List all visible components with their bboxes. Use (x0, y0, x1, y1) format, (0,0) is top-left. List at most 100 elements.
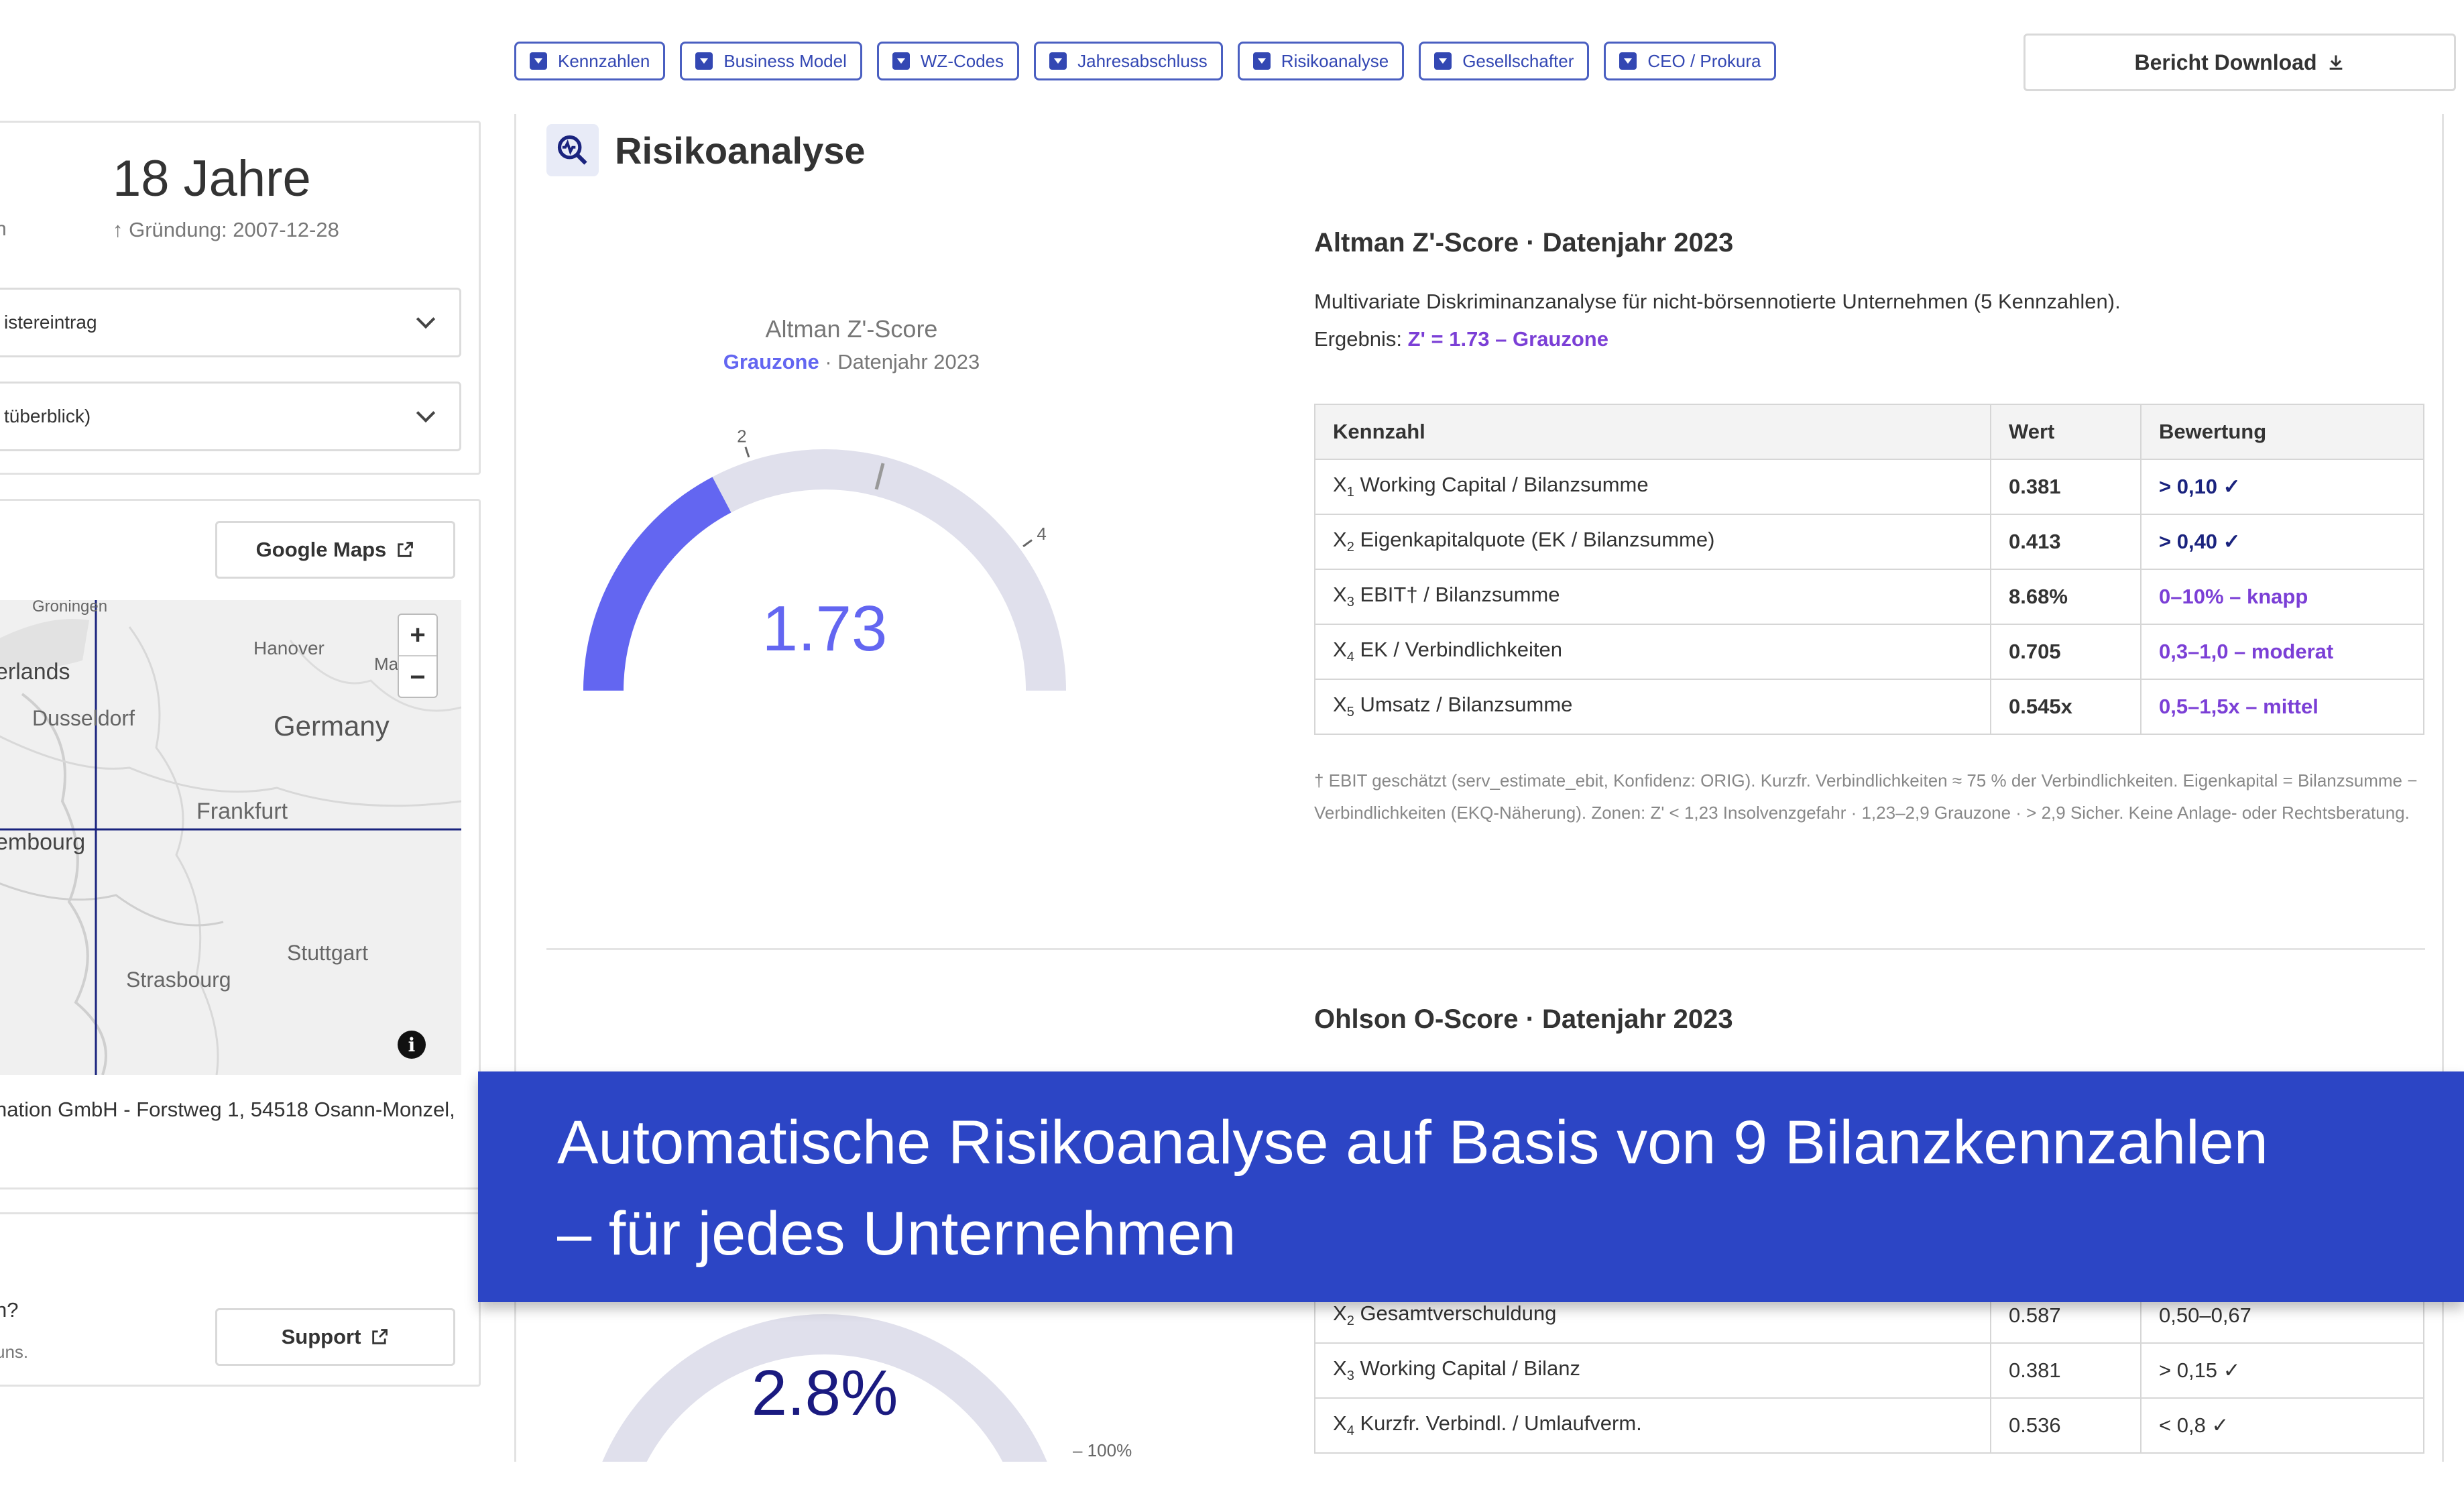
zoom-in-button[interactable]: + (399, 615, 436, 656)
map-label: Germany (274, 710, 390, 742)
nav-button-label: Jahresabschluss (1077, 50, 1208, 71)
metric-index: 5 (1346, 705, 1354, 720)
altman-footnote: † EBIT geschätzt (serv_estimate_ebit, Ko… (1314, 770, 2418, 823)
metric-rating: 0–10% – knapp (2140, 569, 2424, 625)
chevron-down-icon (416, 403, 436, 423)
report-download-button[interactable]: Bericht Download (2023, 34, 2456, 91)
nav-button-label: Business Model (723, 50, 847, 71)
map-label: embourg (0, 829, 86, 855)
metric-rating: > 0,15 ✓ (2140, 1342, 2424, 1399)
download-label: Bericht Download (2134, 50, 2317, 74)
altman-table: Kennzahl Wert Bewertung X1 Working Capit… (1314, 404, 2424, 735)
metric-index: 1 (1346, 485, 1354, 500)
metric-name: Working Capital / Bilanzsumme (1360, 473, 1649, 497)
metric-rating: 0,5–1,5x – mittel (2140, 679, 2424, 735)
metric-index: 2 (1346, 540, 1354, 555)
metric-name-cell: X3 EBIT† / Bilanzsumme (1314, 569, 1991, 625)
metric-symbol: X (1333, 693, 1347, 717)
nav-button-jahresabschluss[interactable]: Jahresabschluss (1034, 42, 1223, 80)
metric-value: 8.68% (1990, 569, 2142, 625)
banner-line-2: – für jedes Unternehmen (557, 1200, 1236, 1268)
nav-button-business-model[interactable]: Business Model (680, 42, 862, 80)
google-maps-label: Google Maps (255, 538, 387, 561)
map-label: Dusseldorf (32, 706, 135, 730)
metric-name-cell: X5 Umsatz / Bilanzsumme (1314, 679, 1991, 735)
table-row: X4 Kurzfr. Verbindl. / Umlaufverm. 0.536 <… (1314, 1397, 2424, 1454)
register-accordion[interactable]: istereintrag (0, 288, 461, 357)
caret-down-icon (892, 52, 910, 70)
metric-name: Eigenkapitalquote (EK / Bilanzsumme) (1360, 528, 1715, 552)
metric-name-cell: X1 Working Capital / Bilanzsumme (1314, 459, 1991, 515)
google-maps-button[interactable]: Google Maps (215, 521, 455, 579)
table-header: Wert (1990, 404, 2142, 460)
metric-name: Working Capital / Bilanz (1360, 1356, 1580, 1381)
risk-search-icon (546, 124, 599, 176)
metric-name: EK / Verbindlichkeiten (1360, 638, 1563, 662)
map-label: Ma (374, 654, 399, 674)
map-label: Groningen (32, 600, 108, 616)
caret-down-icon (1434, 52, 1452, 70)
nav-button-risikoanalyse[interactable]: Risikoanalyse (1237, 42, 1405, 80)
metric-name: EBIT† / Bilanzsumme (1360, 583, 1560, 607)
metric-index: 4 (1346, 650, 1354, 665)
metric-name: Kurzfr. Verbindl. / Umlaufverm. (1360, 1411, 1642, 1436)
metric-symbol: X (1333, 1356, 1347, 1381)
support-card: n? uns. Support (0, 1212, 481, 1387)
metric-name-cell: X4 EK / Verbindlichkeiten (1314, 624, 1991, 680)
table-header: Bewertung (2140, 404, 2424, 460)
metric-rating: 0,3–1,0 – moderat (2140, 624, 2424, 680)
gauge-canvas: 2.8%0% –– 100% (602, 1314, 1132, 1462)
support-button[interactable]: Support (215, 1308, 455, 1366)
section-title: Risikoanalyse (615, 129, 866, 172)
gauge-canvas: 0241.73 (583, 426, 1066, 691)
metric-index: 2 (1346, 1314, 1354, 1329)
nav-button-wz-codes[interactable]: WZ-Codes (876, 42, 1020, 80)
metric-rating: > 0,10 ✓ (2140, 459, 2424, 515)
register-accordion-label: istereintrag (4, 312, 97, 333)
metric-name-cell: X2 Eigenkapitalquote (EK / Bilanzsumme) (1314, 514, 1991, 570)
info-icon[interactable]: i (398, 1031, 426, 1059)
metric-name: Umsatz / Bilanzsumme (1360, 693, 1573, 717)
metric-value: 0.413 (1990, 514, 2142, 570)
nav-button-label: Gesellschafter (1462, 50, 1574, 71)
gauge-tick-label: 2 (737, 426, 746, 447)
support-question: n? (0, 1298, 19, 1322)
table-row: X4 EK / Verbindlichkeiten 0.705 0,3–1,0 – … (1314, 624, 2424, 680)
metric-name-cell: X4 Kurzfr. Verbindl. / Umlaufverm. (1314, 1397, 1991, 1454)
gauge-tick (744, 447, 750, 458)
gauge-value: 1.73 (762, 593, 888, 664)
caret-down-icon (1619, 52, 1637, 70)
map-label: erlands (0, 659, 70, 685)
nav-button-gesellschafter[interactable]: Gesellschafter (1419, 42, 1590, 80)
age-sub-left: n (0, 218, 7, 240)
ohlson-gauge: 2.8%0% –– 100% (583, 1287, 1173, 1462)
nav-button-label: Risikoanalyse (1281, 50, 1389, 71)
zoom-out-button[interactable]: − (399, 656, 436, 698)
nav-button-label: CEO / Prokura (1647, 50, 1761, 71)
map-label: Hanover (253, 638, 325, 658)
location-map[interactable]: Groningen Hanover Ma erlands Dusseldorf … (0, 600, 461, 1075)
gauge-fill (583, 477, 731, 691)
caret-down-icon (530, 52, 547, 70)
download-icon (2329, 55, 2342, 70)
altman-gauge: Altman Z'-Score Grauzone · Datenjahr 202… (583, 315, 1173, 691)
table-row: X3 Working Capital / Bilanz 0.381 > 0,15 ✓ (1314, 1342, 2424, 1399)
table-row: X5 Umsatz / Bilanzsumme 0.545x 0,5–1,5x – … (1314, 679, 2424, 735)
ohlson-table: X2 Gesamtverschuldung 0.587 0,50–0,67 X3 Wo… (1314, 1287, 2424, 1454)
founding-text: Gründung: 2007-12-28 (129, 218, 339, 241)
metric-value: 0.381 (1990, 1342, 2142, 1399)
support-subtext: uns. (0, 1342, 29, 1362)
nav-button-kennzahlen[interactable]: Kennzahlen (514, 42, 666, 80)
external-link-icon (398, 542, 414, 557)
caret-down-icon (695, 52, 713, 70)
metric-symbol: X (1333, 1301, 1347, 1326)
map-label: Frankfurt (196, 799, 288, 824)
overview-accordion[interactable]: tüberblick) (0, 382, 461, 451)
caret-down-icon (1252, 52, 1271, 70)
banner-line-1: Automatische Risikoanalyse auf Basis von… (557, 1108, 2268, 1177)
nav-button-ceo-prokura[interactable]: CEO / Prokura (1604, 42, 1777, 80)
map-label: Stuttgart (287, 941, 368, 965)
arrow-up-icon: ↑ (113, 218, 129, 241)
map-zoom-control: + − (398, 614, 438, 698)
ohlson-heading: Ohlson O-Score · Datenjahr 2023 (1314, 1004, 1733, 1034)
